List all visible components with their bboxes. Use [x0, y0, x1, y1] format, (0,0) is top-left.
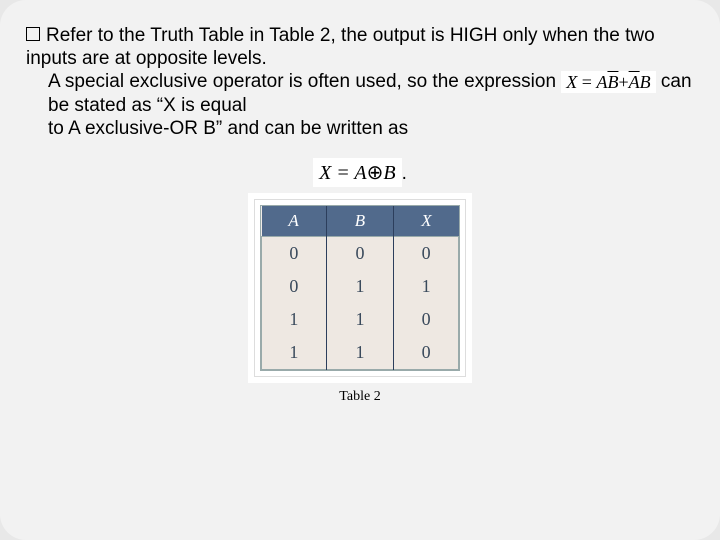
col-B: B — [326, 206, 394, 237]
table-border: A B X 0 0 0 0 1 — [260, 205, 460, 371]
formula-xor-symbolic: X = A⊕B — [313, 158, 402, 187]
cell: 0 — [394, 303, 459, 336]
intro-text: Refer to the Truth Table in Table 2, the… — [26, 25, 655, 69]
table-wrap: A B X 0 0 0 0 1 — [26, 199, 694, 405]
table-row: 1 1 0 — [262, 336, 459, 370]
formula-period: . — [402, 163, 407, 184]
table-caption: Table 2 — [26, 389, 694, 405]
cell: 1 — [326, 336, 394, 370]
cell: 0 — [262, 270, 327, 303]
slide: Refer to the Truth Table in Table 2, the… — [0, 0, 720, 540]
table-row: 1 1 0 — [262, 303, 459, 336]
formula-xor-expression: X = AB+AB — [561, 71, 655, 93]
cell: 0 — [326, 236, 394, 270]
truth-table: A B X 0 0 0 0 1 — [261, 206, 459, 370]
table-row: 0 0 0 — [262, 236, 459, 270]
cell: 0 — [262, 236, 327, 270]
formula-row: X = A⊕B. — [26, 158, 694, 187]
cell: 1 — [394, 270, 459, 303]
col-X: X — [394, 206, 459, 237]
cell: 1 — [326, 303, 394, 336]
table-header-row: A B X — [262, 206, 459, 237]
cell: 1 — [326, 270, 394, 303]
cell: 0 — [394, 336, 459, 370]
table-row: 0 1 1 — [262, 270, 459, 303]
text-line2a: A special exclusive operator is often us… — [48, 71, 561, 92]
indent-block: A special exclusive operator is often us… — [26, 70, 694, 140]
bullet-icon — [26, 27, 40, 41]
content-block: Refer to the Truth Table in Table 2, the… — [26, 24, 694, 140]
formula-lhs: X = A — [319, 162, 367, 184]
cell: 1 — [262, 303, 327, 336]
text-line3: to A exclusive-OR B” and can be written … — [48, 118, 408, 139]
oplus-symbol: ⊕ — [367, 162, 384, 184]
truth-table-image: A B X 0 0 0 0 1 — [254, 199, 466, 377]
cell: 0 — [394, 236, 459, 270]
formula-rhs: B — [383, 162, 395, 184]
cell: 1 — [262, 336, 327, 370]
col-A: A — [262, 206, 327, 237]
